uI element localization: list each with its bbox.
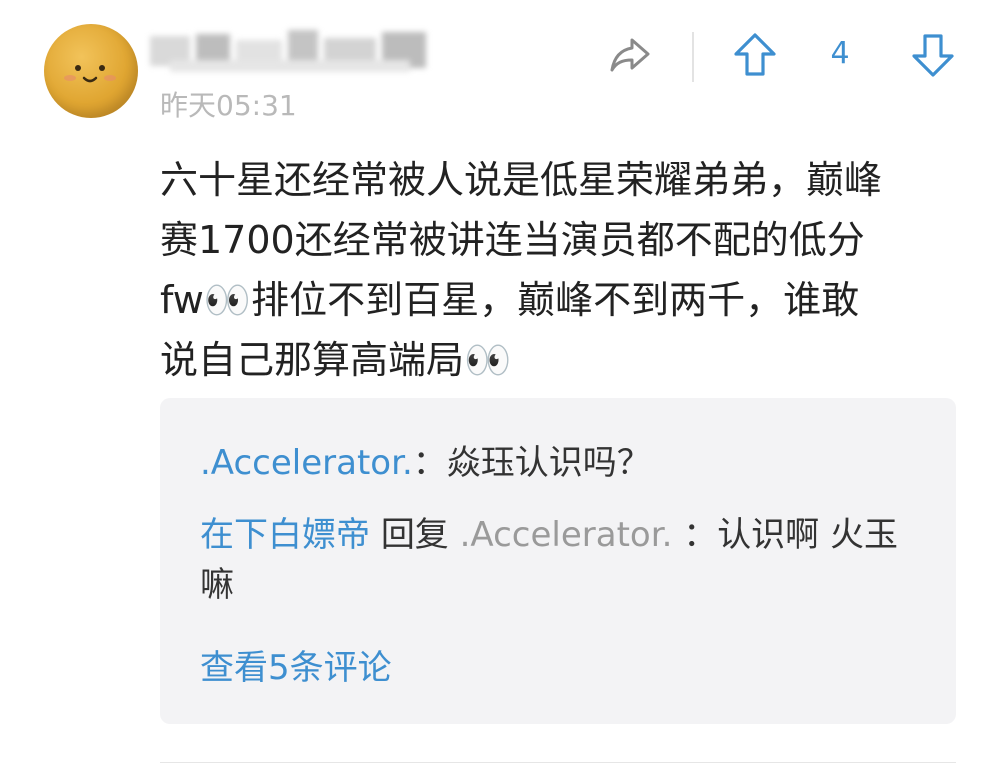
view-more-replies-link[interactable]: 查看5条评论 <box>200 640 392 689</box>
comment-action-bar: 4 <box>600 28 980 84</box>
username-redacted <box>150 30 440 80</box>
downvote-arrow-icon <box>912 34 954 77</box>
comment-timestamp: 昨天05:31 <box>160 89 297 122</box>
share-icon <box>610 38 650 72</box>
comment-body: 六十星还经常被人说是低星荣耀弟弟，巅峰 赛1700还经常被讲连当演员都不配的低分… <box>160 158 883 382</box>
avatar-face-icon <box>64 65 116 83</box>
comment-divider <box>160 762 956 763</box>
downvote-button[interactable] <box>908 30 958 80</box>
reply-separator: ： <box>683 515 718 555</box>
reply-author-link[interactable]: 在下白嫖帝 <box>200 515 370 555</box>
avatar[interactable] <box>44 24 138 118</box>
upvote-arrow-icon <box>734 33 776 76</box>
reply-separator: ： <box>412 443 447 483</box>
reply-item: 在下白嫖帝 回复 .Accelerator. ：认识啊 火玉嘛 <box>200 510 916 610</box>
reply-item: .Accelerator.：焱珏认识吗？ <box>200 438 916 488</box>
share-button[interactable] <box>608 32 654 78</box>
vote-count: 4 <box>830 36 850 71</box>
upvote-button[interactable] <box>730 30 780 80</box>
reply-text: 焱珏认识吗？ <box>446 443 651 483</box>
reply-author-link[interactable]: .Accelerator. <box>200 443 413 483</box>
reply-word: 回复 <box>380 515 449 555</box>
reply-to-user[interactable]: .Accelerator. <box>460 515 673 555</box>
action-divider <box>692 32 694 82</box>
reply-preview-box: .Accelerator.：焱珏认识吗？ 在下白嫖帝 回复 .Accelerat… <box>160 398 956 724</box>
